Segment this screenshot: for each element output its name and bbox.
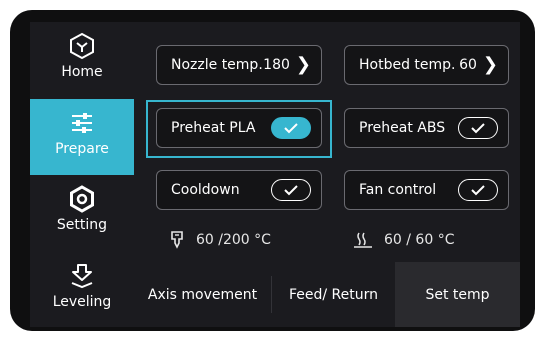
tab-axis-movement[interactable]: Axis movement [134,262,271,327]
sidebar-item-label: Leveling [52,294,112,310]
nozzle-temp-value: 180 [263,57,290,73]
tab-label: Feed/ Return [288,286,379,303]
preheat-pla-toggle[interactable] [271,117,311,139]
bottom-tab-bar: Axis movement Feed/ Return Set temp [134,262,520,327]
preheat-abs-toggle[interactable] [458,117,498,139]
checkmark-icon [284,185,298,196]
sidebar-item-prepare[interactable]: Prepare [30,99,134,175]
leveling-icon [71,264,93,289]
hotbed-temp-button[interactable]: Hotbed temp. 60 ❯ [344,45,509,85]
fan-control-toggle[interactable] [458,179,498,201]
nozzle-icon [171,231,183,249]
fan-control-button[interactable]: Fan control [344,170,509,210]
sidebar-item-setting[interactable]: Setting [30,175,134,252]
sidebar-item-label: Setting [56,217,108,233]
home-icon [70,32,94,60]
bed-readout-value: 60 / 60 °C [384,232,455,248]
cooldown-button[interactable]: Cooldown [156,170,322,210]
tab-label: Axis movement [147,286,258,303]
cooldown-toggle[interactable] [271,179,311,201]
checkmark-icon [471,123,485,134]
hotbed-icon [354,232,372,248]
checkmark-icon [284,123,298,134]
hotbed-temp-value-group: 60 ❯ [459,56,498,74]
tab-label: Set temp [425,286,490,303]
preheat-pla-button[interactable]: Preheat PLA [156,108,322,148]
nozzle-temp-readout: 60 /200 °C [168,230,271,250]
nozzle-readout-value: 60 /200 °C [196,232,271,248]
chevron-right-icon: ❯ [295,54,311,75]
tab-set-temp[interactable]: Set temp [395,262,520,327]
chevron-right-icon: ❯ [482,54,498,75]
preheat-abs-button[interactable]: Preheat ABS [344,108,509,148]
settings-nut-icon [70,185,94,213]
bed-temp-readout: 60 / 60 °C [352,230,454,250]
preheat-abs-label: Preheat ABS [359,120,446,136]
nozzle-temp-button[interactable]: Nozzle temp. 180 ❯ [156,45,322,85]
hotbed-temp-value: 60 [459,57,477,73]
fan-control-label: Fan control [359,182,437,198]
sliders-icon [72,113,92,133]
cooldown-label: Cooldown [171,182,240,198]
preheat-pla-label: Preheat PLA [171,120,256,136]
tab-feed-return[interactable]: Feed/ Return [272,262,395,327]
sidebar-item-leveling[interactable]: Leveling [30,252,134,327]
sidebar: Home Prepare Setting Leveling [30,22,134,327]
nozzle-temp-value-group: 180 ❯ [263,56,311,74]
hotbed-temp-label: Hotbed temp. [359,57,456,73]
sidebar-item-home[interactable]: Home [30,22,134,99]
sidebar-item-label: Prepare [55,141,109,157]
nozzle-temp-label: Nozzle temp. [171,57,263,73]
checkmark-icon [471,185,485,196]
sidebar-item-label: Home [61,64,103,80]
